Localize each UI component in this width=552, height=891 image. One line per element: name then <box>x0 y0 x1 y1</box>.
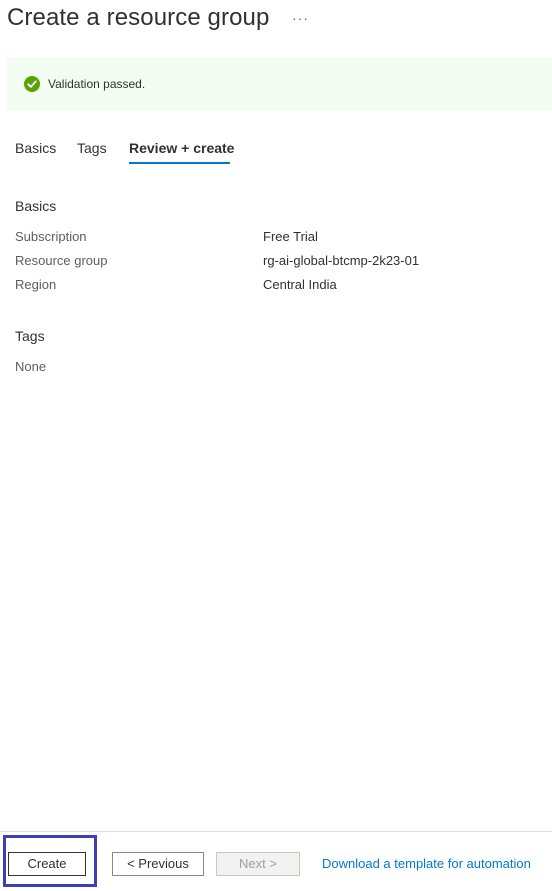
row-value-subscription: Free Trial <box>263 229 318 244</box>
row-label-subscription: Subscription <box>15 229 87 244</box>
tab-tags[interactable]: Tags <box>77 140 107 156</box>
tab-basics[interactable]: Basics <box>15 140 56 156</box>
validation-message: Validation passed. <box>48 77 146 91</box>
section-title-basics: Basics <box>15 198 57 214</box>
next-button[interactable]: Next > <box>216 852 300 876</box>
row-label-resource-group: Resource group <box>15 253 108 268</box>
footer-divider <box>0 831 552 832</box>
active-tab-indicator <box>129 162 230 164</box>
section-title-tags: Tags <box>15 328 45 344</box>
more-options-button[interactable]: ··· <box>292 10 309 26</box>
previous-button[interactable]: < Previous <box>112 852 204 876</box>
tab-review-create[interactable]: Review + create <box>129 140 234 156</box>
create-button[interactable]: Create <box>8 852 86 876</box>
page-title: Create a resource group <box>7 4 270 31</box>
download-template-link[interactable]: Download a template for automation <box>322 856 531 871</box>
validation-banner: Validation passed. <box>7 58 552 110</box>
tags-value: None <box>15 359 47 374</box>
row-label-region: Region <box>15 277 57 292</box>
checkmark-circle-icon <box>24 76 40 92</box>
row-value-resource-group: rg-ai-global-btcmp-2k23-01 <box>263 253 420 268</box>
row-value-region: Central India <box>263 277 337 292</box>
